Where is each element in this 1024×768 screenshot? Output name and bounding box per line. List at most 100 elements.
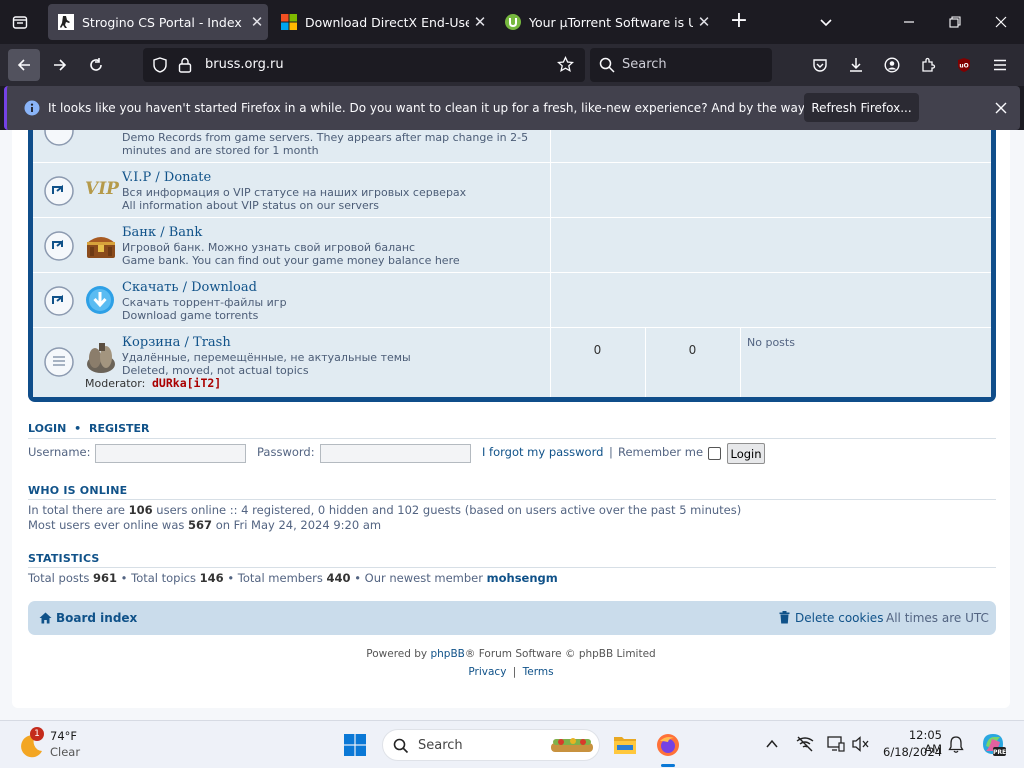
clock-date[interactable]: 6/18/2024 — [882, 745, 942, 759]
delete-cookies-link[interactable]: Delete cookies — [795, 611, 883, 625]
extensions-icon[interactable] — [912, 49, 944, 81]
taskbar-search[interactable]: Search — [382, 729, 600, 761]
search-placeholder: Search — [622, 57, 667, 72]
close-notification-icon[interactable] — [995, 102, 1007, 114]
back-button[interactable] — [8, 49, 40, 81]
stat-topics: 146 — [199, 571, 224, 585]
tab-overview-icon[interactable] — [8, 10, 32, 34]
downloads-icon[interactable] — [840, 49, 872, 81]
forum-description-ru: Игровой банк. Можно узнать свой игровой … — [122, 241, 416, 254]
list-all-tabs-chevron-icon[interactable] — [814, 10, 838, 34]
password-label: Password: — [257, 445, 315, 459]
divider — [28, 499, 996, 500]
forum-read-icon[interactable] — [43, 285, 75, 317]
firefox-taskbar-button[interactable] — [653, 730, 683, 767]
online-total: 106 — [128, 503, 153, 517]
close-tab-icon[interactable]: ✕ — [469, 13, 491, 31]
stat-bullet: • — [120, 571, 128, 585]
tab-title: Strogino CS Portal - Index page — [82, 14, 246, 30]
forum-read-icon[interactable] — [43, 175, 75, 207]
tab-strogino[interactable]: Strogino CS Portal - Index page ✕ — [48, 4, 268, 40]
forum-title-link[interactable]: V.I.P / Donate — [122, 170, 211, 185]
url-bar[interactable]: bruss.org.ru — [143, 48, 585, 82]
vip-image: VIP — [85, 179, 119, 199]
board-index-link[interactable]: Board index — [56, 611, 137, 625]
forum-description-en: Game bank. You can find out your game mo… — [122, 254, 460, 267]
register-link[interactable]: REGISTER — [89, 422, 150, 435]
footer-navbar: Board index Delete cookies All times are… — [28, 601, 996, 635]
refresh-firefox-button[interactable]: Refresh Firefox... — [804, 93, 919, 122]
ublock-origin-icon[interactable]: uO — [948, 49, 980, 81]
tracking-protection-shield-icon[interactable] — [152, 57, 168, 73]
username-input[interactable] — [95, 444, 246, 463]
file-explorer-button[interactable] — [610, 730, 640, 760]
password-input[interactable] — [320, 444, 471, 463]
posts-count: 0 — [688, 343, 697, 357]
record-online-line: Most users ever online was 567 on Fri Ma… — [28, 518, 381, 532]
tab-title: Download DirectX End-User Run — [305, 14, 469, 30]
login-link[interactable]: LOGIN — [28, 422, 66, 435]
refresh-firefox-label: Refresh Firefox... — [811, 100, 912, 115]
treasure-chest-icon — [87, 237, 115, 258]
pocket-icon[interactable] — [804, 49, 836, 81]
remember-me-checkbox[interactable] — [708, 447, 721, 460]
forum-title-link[interactable]: Банк / Bank — [122, 225, 202, 240]
separator: • — [74, 422, 82, 435]
copilot-icon[interactable]: PRE — [980, 731, 1006, 757]
close-window-button[interactable] — [978, 0, 1024, 44]
close-tab-icon[interactable]: ✕ — [693, 13, 715, 31]
forum-title-link[interactable]: Корзина / Trash — [122, 335, 231, 350]
forum-description-en: Download game torrents — [122, 309, 259, 322]
weather-condition: Clear — [50, 745, 81, 759]
lock-icon[interactable] — [178, 57, 192, 73]
column-divider — [550, 328, 551, 397]
volume-muted-icon[interactable] — [852, 736, 870, 752]
web-page: Demo Records from game servers. They app… — [0, 130, 1024, 720]
chevron-up-icon[interactable] — [766, 739, 778, 749]
microsoft-favicon-icon — [281, 14, 297, 30]
forgot-password-link[interactable]: I forgot my password — [482, 445, 603, 459]
minimize-button[interactable] — [886, 0, 932, 44]
last-post: No posts — [747, 336, 795, 349]
statistics-heading: STATISTICS — [28, 552, 100, 565]
account-icon[interactable] — [876, 49, 908, 81]
network-icon[interactable] — [796, 736, 814, 752]
display-icon[interactable] — [827, 736, 845, 752]
forum-description-ru: Скачать торрент-файлы игр — [122, 296, 287, 309]
close-tab-icon[interactable]: ✕ — [246, 13, 268, 31]
weather-widget[interactable]: 1 74°F Clear — [14, 725, 104, 765]
restore-button[interactable] — [932, 0, 978, 44]
column-divider — [740, 328, 741, 397]
column-divider — [645, 328, 646, 397]
search-bar[interactable]: Search — [590, 48, 772, 82]
svg-text:PRE: PRE — [993, 749, 1006, 756]
forum-read-icon[interactable] — [43, 130, 75, 147]
tab-directx[interactable]: Download DirectX End-User Run ✕ — [271, 4, 491, 40]
reload-button[interactable] — [80, 49, 112, 81]
login-button[interactable]: Login — [727, 443, 765, 464]
moderator-link[interactable]: dURka[iT2] — [152, 376, 221, 390]
trash-icon — [779, 611, 790, 624]
terms-link[interactable]: Terms — [523, 666, 554, 678]
notifications-bell-icon[interactable] — [948, 736, 964, 754]
privacy-link[interactable]: Privacy — [468, 666, 506, 678]
topics-count: 0 — [593, 343, 602, 357]
record-max: 567 — [188, 518, 213, 532]
tab-utorrent[interactable]: Your µTorrent Software is Up to ✕ — [495, 4, 715, 40]
url-text[interactable]: bruss.org.ru — [205, 57, 284, 72]
phpbb-link[interactable]: phpBB — [430, 648, 464, 660]
pipe-separator: | — [609, 445, 613, 459]
record-text: Most users ever online was — [28, 518, 185, 532]
menu-hamburger-icon[interactable] — [984, 49, 1016, 81]
login-button-label: Login — [730, 446, 762, 461]
new-tab-button[interactable]: + — [727, 10, 751, 34]
remember-me-label: Remember me — [618, 445, 704, 459]
bookmark-star-icon[interactable] — [557, 56, 574, 73]
newest-member-link[interactable]: mohsengm — [487, 571, 558, 585]
forward-button[interactable] — [44, 49, 76, 81]
start-button[interactable] — [340, 730, 370, 760]
forum-title-link[interactable]: Скачать / Download — [122, 280, 257, 295]
forum-no-posts-icon[interactable] — [43, 346, 75, 378]
moderator-label: Moderator: — [85, 377, 146, 390]
forum-read-icon[interactable] — [43, 230, 75, 262]
